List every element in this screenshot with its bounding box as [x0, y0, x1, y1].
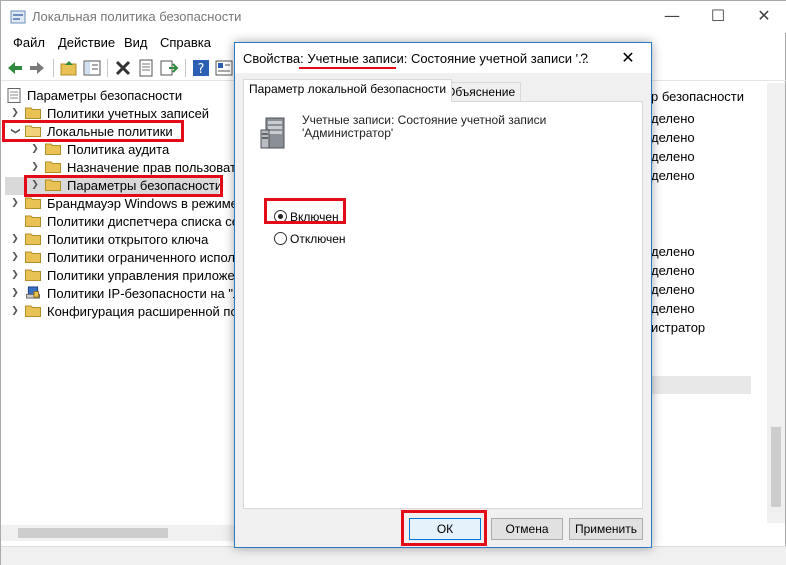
chevron-right-icon[interactable]: ❯: [9, 106, 21, 120]
folder-icon: [45, 161, 61, 173]
tree-item-label: Конфигурация расширенной поли: [47, 304, 253, 319]
tree-item-label: Политики открытого ключа: [47, 232, 209, 247]
annotation-box-security-options: [24, 175, 223, 197]
policy-value[interactable]: делено: [651, 282, 695, 297]
navigation-tree: Параметры безопасности ❯ Политики учетны…: [1, 83, 263, 523]
annotation-box-local-policies: [2, 120, 184, 142]
dialog-help-button[interactable]: ?: [573, 43, 595, 73]
menu-help[interactable]: Справка: [160, 35, 211, 50]
toolbar-separator: [107, 59, 108, 77]
annotation-box-ok: [401, 510, 487, 546]
column-header-security-setting[interactable]: р безопасности: [651, 89, 744, 104]
folder-icon: [25, 269, 41, 281]
server-icon: [260, 117, 285, 149]
folder-icon: [25, 107, 41, 119]
status-bar: [1, 546, 786, 565]
dialog-title-prefix: Свойства:: [243, 51, 308, 66]
properties-dialog: Свойства: Учетные записи: Состояние учет…: [234, 42, 652, 548]
policy-value[interactable]: делено: [651, 263, 695, 278]
policy-list-pane: р безопасности делено делено делено деле…: [651, 83, 786, 543]
security-policy-app-icon: [10, 10, 26, 24]
annotation-underline: [299, 67, 396, 69]
cancel-button[interactable]: Отмена: [491, 518, 563, 540]
dialog-close-button[interactable]: ✕: [605, 43, 651, 73]
tab-explain[interactable]: Объяснение: [440, 82, 522, 102]
tab-local-security-setting[interactable]: Параметр локальной безопасности: [243, 79, 453, 102]
radio-label: Отключен: [290, 232, 346, 246]
folder-icon: [25, 233, 41, 245]
svg-text:?: ?: [198, 62, 205, 77]
close-window-button[interactable]: ✕: [741, 1, 786, 33]
dialog-title-highlight: Учетные записи: [307, 51, 404, 66]
chevron-right-icon[interactable]: ❯: [29, 160, 41, 174]
chevron-right-icon[interactable]: ❯: [9, 304, 21, 318]
tree-item-label: Политики управления приложени: [47, 268, 250, 283]
folder-icon: [25, 197, 41, 209]
tree-item-label: Политика аудита: [67, 142, 170, 157]
dialog-title-rest: : Состояние учетной записи '...: [403, 51, 589, 66]
tab-panel: Учетные записи: Состояние учетной записи…: [243, 101, 643, 509]
tree-horizontal-scrollbar[interactable]: [1, 525, 236, 541]
scrollbar-thumb[interactable]: [18, 528, 168, 538]
selected-row-highlight: [651, 376, 751, 394]
policy-value[interactable]: истратор: [651, 320, 705, 335]
filter-list-icon[interactable]: [214, 58, 234, 78]
apply-button[interactable]: Применить: [569, 518, 643, 540]
menu-file[interactable]: Файл: [13, 35, 45, 50]
forward-arrow-icon[interactable]: [27, 58, 47, 78]
policy-value[interactable]: делено: [651, 130, 695, 145]
menu-action[interactable]: Действие: [58, 35, 115, 50]
folder-icon: [45, 143, 61, 155]
show-hide-tree-icon[interactable]: [82, 58, 102, 78]
policy-value[interactable]: делено: [651, 149, 695, 164]
chevron-right-icon[interactable]: ❯: [9, 250, 21, 264]
tree-item-label: Политики ограниченного использ: [47, 250, 248, 265]
dialog-title: Свойства: Учетные записи: Состояние учет…: [243, 51, 589, 66]
chevron-right-icon[interactable]: ❯: [9, 286, 21, 300]
ip-security-icon: [26, 286, 40, 299]
annotation-box-enabled: [264, 198, 346, 224]
toolbar-separator: [185, 59, 186, 77]
policy-value[interactable]: делено: [651, 301, 695, 316]
document-icon: [7, 88, 21, 103]
export-list-icon[interactable]: [159, 58, 179, 78]
chevron-right-icon[interactable]: ❯: [9, 268, 21, 282]
policy-value[interactable]: делено: [651, 244, 695, 259]
delete-icon[interactable]: [113, 58, 133, 78]
policy-value[interactable]: делено: [651, 111, 695, 126]
dialog-title-bar: Свойства: Учетные записи: Состояние учет…: [235, 43, 651, 73]
radio-disabled[interactable]: Отключен: [274, 230, 414, 248]
policy-value[interactable]: делено: [651, 168, 695, 183]
chevron-right-icon[interactable]: ❯: [29, 142, 41, 156]
tree-item-label: Политики IP-безопасности на "Лок: [47, 286, 255, 301]
radio-circle[interactable]: [274, 232, 287, 245]
tree-item-label: Брандмауэр Windows в режиме пов: [47, 196, 263, 211]
policy-name-line: 'Администратор': [302, 126, 394, 140]
maximize-button[interactable]: ☐: [695, 1, 741, 33]
toolbar-separator: [53, 59, 54, 77]
tree-item-label: Политики диспетчера списка сете: [47, 214, 252, 229]
up-folder-icon[interactable]: [59, 58, 79, 78]
scrollbar-thumb[interactable]: [771, 427, 781, 507]
folder-icon: [25, 305, 41, 317]
back-arrow-icon[interactable]: [5, 58, 25, 78]
policy-name-text: Учетные записи: Состояние учетной записи…: [302, 114, 582, 140]
properties-icon[interactable]: [136, 58, 156, 78]
chevron-right-icon[interactable]: ❯: [9, 232, 21, 246]
window-title: Локальная политика безопасности: [32, 9, 242, 24]
menu-view[interactable]: Вид: [124, 35, 148, 50]
policy-list-vertical-scrollbar[interactable]: [767, 83, 785, 523]
folder-icon: [25, 251, 41, 263]
title-bar: Локальная политика безопасности — ☐ ✕: [1, 1, 786, 33]
help-icon[interactable]: ?: [191, 58, 211, 78]
tree-item-label: Параметры безопасности: [27, 88, 183, 103]
folder-icon: [25, 215, 41, 227]
minimize-button[interactable]: —: [649, 1, 695, 33]
chevron-right-icon[interactable]: ❯: [9, 196, 21, 210]
